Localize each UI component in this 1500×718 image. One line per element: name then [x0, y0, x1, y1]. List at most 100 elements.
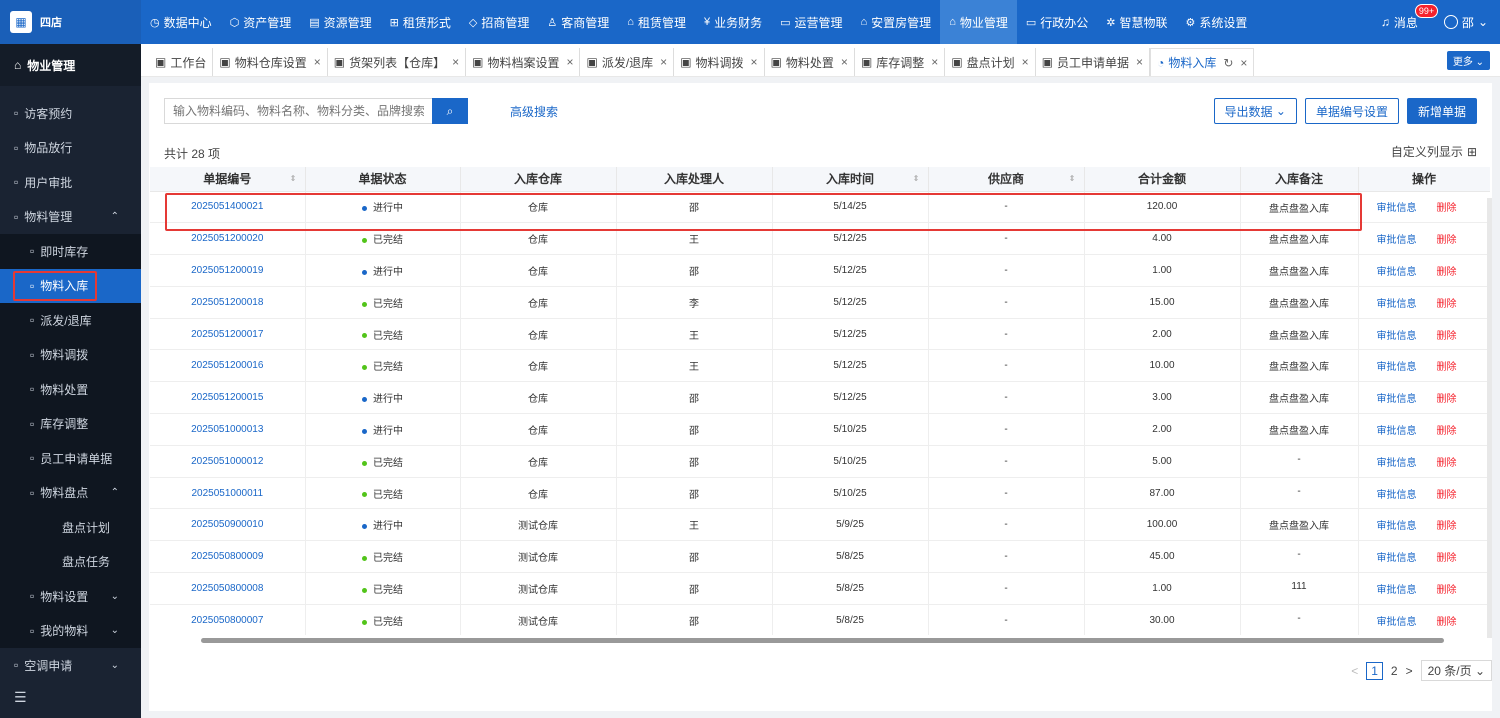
doc-code-link[interactable]: 2025051000011: [150, 477, 306, 510]
sidebar-item-8[interactable]: ▫ 物料处置: [0, 372, 141, 407]
delete-link[interactable]: 删除: [1437, 553, 1457, 564]
close-icon[interactable]: ×: [841, 55, 848, 69]
approval-info-link[interactable]: 审批信息: [1377, 490, 1417, 501]
nav-item-9[interactable]: ⌂ 安置房管理: [852, 0, 941, 44]
sidebar-item-15[interactable]: ▫ 我的物料 ⌄: [0, 613, 141, 648]
approval-info-link[interactable]: 审批信息: [1377, 203, 1417, 214]
next-page-button[interactable]: >: [1406, 664, 1413, 678]
close-icon[interactable]: ×: [1240, 56, 1247, 70]
tab-7[interactable]: ▣ 库存调整 ×: [855, 48, 946, 76]
tab-5[interactable]: ▣ 物料调拨 ×: [674, 48, 765, 76]
sidebar-item-3[interactable]: ▫ 物料管理 ⌃: [0, 200, 141, 235]
nav-item-8[interactable]: ▭ 运营管理: [771, 0, 851, 44]
sidebar-item-4[interactable]: ▫ 即时库存: [0, 234, 141, 269]
sidebar-item-10[interactable]: ▫ 员工申请单据: [0, 441, 141, 476]
approval-info-link[interactable]: 审批信息: [1377, 458, 1417, 469]
approval-info-link[interactable]: 审批信息: [1377, 553, 1417, 564]
close-icon[interactable]: ×: [1136, 55, 1143, 69]
nav-item-6[interactable]: ⌂ 租赁管理: [618, 0, 695, 44]
nav-item-3[interactable]: ⊞ 租赁形式: [381, 0, 460, 44]
delete-link[interactable]: 删除: [1437, 362, 1457, 373]
tab-3[interactable]: ▣ 物料档案设置 ×: [466, 48, 581, 76]
refresh-icon[interactable]: ↻: [1223, 56, 1233, 70]
nav-item-1[interactable]: ⬡ 资产管理: [221, 0, 301, 44]
doc-code-link[interactable]: 2025051000013: [150, 413, 306, 446]
more-tabs-button[interactable]: 更多 ⌄: [1446, 51, 1490, 70]
sort-icon[interactable]: ⇕: [1069, 174, 1076, 183]
delete-link[interactable]: 删除: [1437, 331, 1457, 342]
tab-9[interactable]: ▣ 员工申请单据 ×: [1036, 48, 1151, 76]
nav-item-11[interactable]: ▭ 行政办公: [1017, 0, 1097, 44]
search-input[interactable]: [164, 98, 432, 124]
approval-info-link[interactable]: 审批信息: [1377, 426, 1417, 437]
sort-icon[interactable]: ⇕: [913, 174, 920, 183]
search-button[interactable]: ⌕: [432, 98, 468, 124]
numbering-settings-button[interactable]: 单据编号设置: [1304, 98, 1399, 124]
horizontal-scrollbar[interactable]: [201, 638, 1444, 643]
column-header-4[interactable]: 入库时间 ⇕: [772, 167, 929, 192]
sidebar-item-6[interactable]: ▫ 派发/退库: [0, 303, 141, 338]
sidebar-item-1[interactable]: ▫ 物品放行: [0, 131, 141, 166]
sidebar-item-14[interactable]: ▫ 物料设置 ⌄: [0, 579, 141, 614]
approval-info-link[interactable]: 审批信息: [1377, 362, 1417, 373]
nav-item-13[interactable]: ⚙ 系统设置: [1177, 0, 1257, 44]
sidebar-item-2[interactable]: ▫ 用户审批: [0, 165, 141, 200]
doc-code-link[interactable]: 2025051000012: [150, 445, 306, 478]
close-icon[interactable]: ×: [1022, 55, 1029, 69]
doc-code-link[interactable]: 2025050800008: [150, 572, 306, 605]
delete-link[interactable]: 删除: [1437, 585, 1457, 596]
nav-item-7[interactable]: ¥ 业务财务: [695, 0, 771, 44]
sidebar-item-13[interactable]: 盘点任务: [0, 544, 141, 579]
sidebar-item-16[interactable]: ▫ 空调申请 ⌄: [0, 648, 141, 683]
brand[interactable]: ▦ 四店: [0, 0, 141, 44]
custom-columns-button[interactable]: 自定义列显示 ⊞: [1391, 143, 1477, 160]
delete-link[interactable]: 删除: [1437, 267, 1457, 278]
approval-info-link[interactable]: 审批信息: [1377, 394, 1417, 405]
tab-8[interactable]: ▣ 盘点计划 ×: [945, 48, 1036, 76]
tab-6[interactable]: ▣ 物料处置 ×: [765, 48, 855, 76]
vertical-scrollbar[interactable]: [1487, 198, 1492, 638]
collapse-menu-icon[interactable]: ☰: [14, 689, 27, 706]
nav-item-12[interactable]: ✲ 智慧物联: [1097, 0, 1176, 44]
sidebar-item-12[interactable]: 盘点计划: [0, 510, 141, 545]
delete-link[interactable]: 删除: [1437, 426, 1457, 437]
approval-info-link[interactable]: 审批信息: [1377, 235, 1417, 246]
tab-1[interactable]: ▣ 物料仓库设置 ×: [213, 48, 328, 76]
sidebar-header[interactable]: ⌂ 物业管理: [0, 44, 141, 86]
close-icon[interactable]: ×: [566, 55, 573, 69]
tab-0[interactable]: ▣ 工作台: [149, 48, 214, 76]
approval-info-link[interactable]: 审批信息: [1377, 299, 1417, 310]
doc-code-link[interactable]: 2025050800007: [150, 604, 306, 635]
delete-link[interactable]: 删除: [1437, 458, 1457, 469]
delete-link[interactable]: 删除: [1437, 235, 1457, 246]
sidebar-item-0[interactable]: ▫ 访客预约: [0, 96, 141, 131]
nav-item-10[interactable]: ⌂ 物业管理: [940, 0, 1017, 44]
close-icon[interactable]: ×: [452, 55, 459, 69]
close-icon[interactable]: ×: [314, 55, 321, 69]
page-size-select[interactable]: 20 条/页 ⌄: [1420, 660, 1492, 681]
approval-info-link[interactable]: 审批信息: [1377, 331, 1417, 342]
delete-link[interactable]: 删除: [1437, 203, 1457, 214]
delete-link[interactable]: 删除: [1437, 521, 1457, 532]
delete-link[interactable]: 删除: [1437, 617, 1457, 628]
column-header-0[interactable]: 单据编号 ⇕: [150, 167, 306, 192]
sidebar-item-11[interactable]: ▫ 物料盘点 ⌃: [0, 475, 141, 510]
user-menu[interactable]: 邵 ⌄: [1443, 14, 1488, 31]
nav-item-5[interactable]: ♙ 客商管理: [538, 0, 618, 44]
add-document-button[interactable]: 新增单据: [1406, 98, 1477, 124]
nav-item-4[interactable]: ◇ 招商管理: [460, 0, 538, 44]
doc-code-link[interactable]: 2025051200015: [150, 381, 306, 415]
sidebar-item-9[interactable]: ▫ 库存调整: [0, 406, 141, 441]
approval-info-link[interactable]: 审批信息: [1377, 521, 1417, 532]
messages-button[interactable]: ♫ 消息 99+: [1381, 3, 1439, 31]
export-data-button[interactable]: 导出数据 ⌄: [1213, 98, 1297, 124]
close-icon[interactable]: ×: [660, 55, 667, 69]
close-icon[interactable]: ×: [931, 55, 938, 69]
doc-code-link[interactable]: 2025051200018: [150, 286, 306, 319]
doc-code-link[interactable]: 2025051200019: [150, 254, 306, 287]
doc-code-link[interactable]: 2025051200017: [150, 318, 306, 351]
nav-item-0[interactable]: ◷ 数据中心: [141, 0, 221, 44]
doc-code-link[interactable]: 2025050900010: [150, 508, 306, 542]
sidebar-item-7[interactable]: ▫ 物料调拨: [0, 337, 141, 372]
tab-4[interactable]: ▣ 派发/退库 ×: [580, 48, 675, 76]
